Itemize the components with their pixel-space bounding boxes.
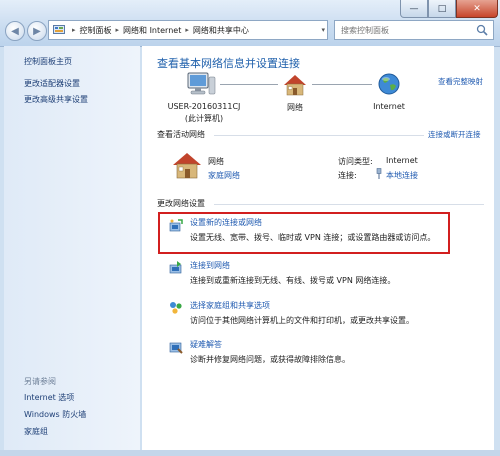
new-connection-icon — [169, 219, 183, 232]
window-title-bar: — □ ✕ ◀ ▶ ▾ ▸ 控制面板 ▸ 网络和 Internet ▸ 网络和共… — [0, 0, 500, 47]
main-content-pane: 查看基本网络信息并设置连接 查看完整映射 USER-20160311CJ (此计… — [142, 46, 494, 450]
left-navigation-pane: 控制面板主页 更改适配器设置 更改高级共享设置 另请参阅 Internet 选项… — [4, 46, 140, 450]
active-networks-heading: 查看活动网络 — [157, 130, 205, 139]
task-title-troubleshoot[interactable]: 疑难解答 — [190, 339, 222, 350]
task-desc-homegroup-sharing: 访问位于其他网络计算机上的文件和打印机，或更改共享设置。 — [190, 316, 414, 325]
see-also-heading: 另请参阅 — [24, 377, 56, 386]
network-type-link[interactable]: 家庭网络 — [208, 170, 240, 181]
address-bar[interactable]: ▸ 控制面板 ▸ 网络和 Internet ▸ 网络和共享中心 ▾ — [48, 20, 328, 40]
breadcrumb-separator: ▸ — [72, 26, 76, 34]
internet-globe-icon — [378, 73, 400, 95]
section-divider — [214, 135, 424, 136]
task-title-connect-to-network[interactable]: 连接到网络 — [190, 260, 230, 271]
breadcrumb-control-panel[interactable]: 控制面板 — [80, 25, 112, 36]
connection-line — [312, 84, 372, 85]
access-type-value: Internet — [386, 156, 418, 165]
breadcrumb-network-sharing-center[interactable]: 网络和共享中心 — [193, 25, 249, 36]
see-also-internet-options[interactable]: Internet 选项 — [24, 392, 74, 403]
search-box[interactable] — [334, 20, 494, 40]
troubleshoot-icon — [169, 342, 183, 354]
breadcrumb-separator: ▸ — [185, 26, 189, 34]
forward-button[interactable]: ▶ — [27, 21, 47, 41]
breadcrumb-separator: ▸ — [115, 26, 120, 34]
homegroup-sharing-icon — [170, 302, 182, 314]
window-controls: — □ ✕ — [400, 0, 498, 18]
page-title: 查看基本网络信息并设置连接 — [157, 57, 300, 70]
sidebar-item-change-advanced-sharing[interactable]: 更改高级共享设置 — [24, 94, 88, 105]
connection-label: 连接: — [338, 171, 357, 180]
navigation-buttons: ◀ ▶ ▾ — [5, 21, 54, 41]
breadcrumb-network-internet[interactable]: 网络和 Internet — [123, 25, 181, 36]
maximize-button[interactable]: □ — [428, 0, 456, 18]
section-divider — [214, 204, 484, 205]
computer-icon — [187, 72, 216, 95]
this-computer-label: (此计算机) — [184, 114, 224, 123]
view-full-map-link[interactable]: 查看完整映射 — [438, 76, 483, 87]
home-network-icon — [284, 75, 306, 96]
minimize-button[interactable]: — — [400, 0, 428, 18]
local-connection-link[interactable]: 本地连接 — [386, 170, 418, 181]
change-settings-heading: 更改网络设置 — [157, 199, 205, 208]
task-title-setup-connection[interactable]: 设置新的连接或网络 — [190, 217, 262, 228]
see-also-homegroup[interactable]: 家庭组 — [24, 426, 48, 437]
access-type-label: 访问类型: — [338, 157, 373, 166]
task-desc-troubleshoot: 诊断并修复网络问题，或获得故障排除信息。 — [190, 355, 350, 364]
search-input[interactable] — [339, 24, 475, 36]
control-panel-icon — [52, 24, 66, 36]
task-title-homegroup-sharing[interactable]: 选择家庭组和共享选项 — [190, 300, 270, 311]
task-desc-connect-to-network: 连接到或重新连接到无线、有线、拨号或 VPN 网络连接。 — [190, 276, 396, 285]
home-network-large-icon — [173, 153, 201, 179]
search-icon[interactable] — [476, 24, 488, 36]
see-also-windows-firewall[interactable]: Windows 防火墙 — [24, 409, 86, 420]
sidebar-item-change-adapter-settings[interactable]: 更改适配器设置 — [24, 78, 80, 89]
local-connection-icon — [376, 168, 382, 179]
sidebar-item-control-panel-home[interactable]: 控制面板主页 — [24, 56, 72, 67]
active-network-name: 网络 — [208, 157, 224, 166]
close-button[interactable]: ✕ — [456, 0, 498, 18]
task-desc-setup-connection: 设置无线、宽带、拨号、临时或 VPN 连接；或设置路由器或访问点。 — [190, 233, 436, 242]
network-node-label: 网络 — [287, 103, 303, 112]
connect-to-network-icon — [169, 261, 182, 274]
internet-node-label: Internet — [373, 102, 405, 111]
computer-name-label: USER-20160311CJ — [167, 102, 241, 111]
back-button[interactable]: ◀ — [5, 21, 25, 41]
address-dropdown-icon[interactable]: ▾ — [321, 26, 325, 34]
connection-line — [220, 84, 278, 85]
window-bottom-border — [0, 450, 500, 456]
connect-disconnect-link[interactable]: 连接或断开连接 — [428, 129, 481, 140]
